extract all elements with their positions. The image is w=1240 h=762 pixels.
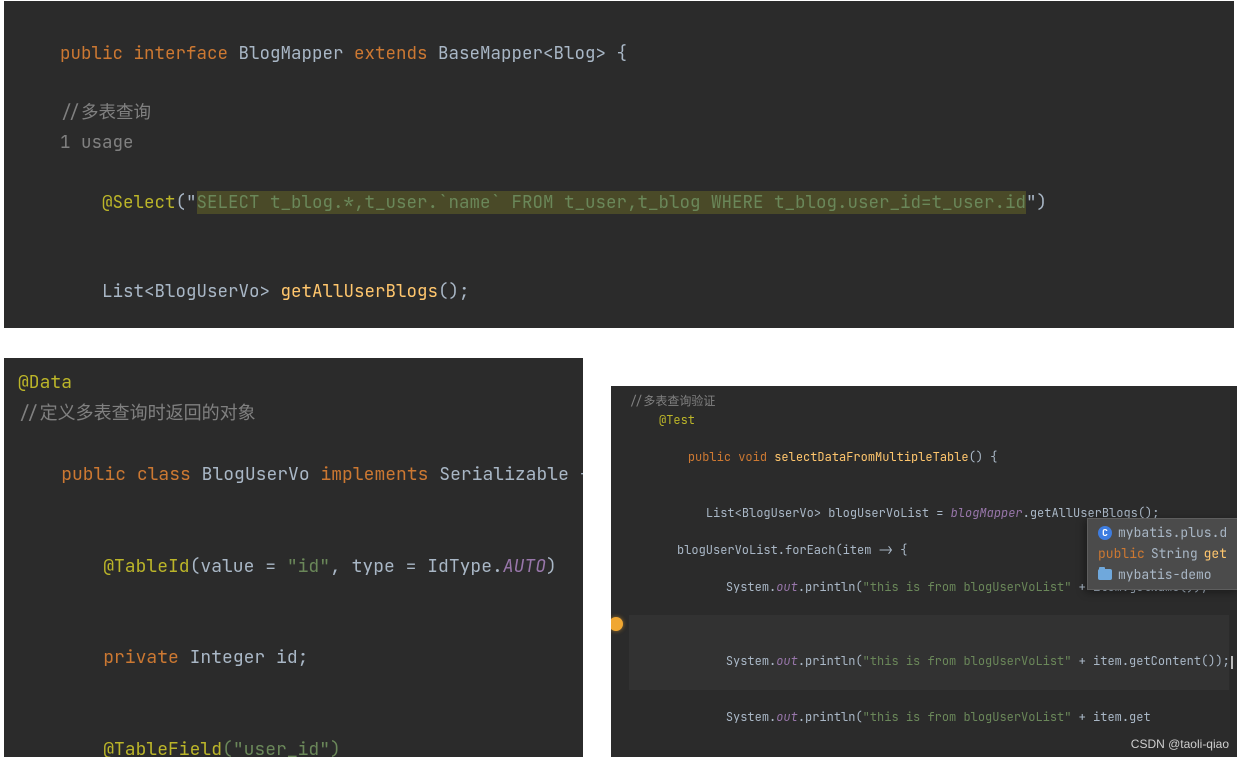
annotation-tablefield: @TableField bbox=[103, 738, 222, 757]
sql-keyword: WHERE bbox=[711, 191, 764, 214]
concat: + item.getContent()); bbox=[1071, 653, 1229, 669]
field-out: out bbox=[776, 709, 798, 725]
code-line: private Integer id; bbox=[18, 613, 573, 705]
brace-open: { bbox=[606, 42, 627, 65]
keyword-extends: extends bbox=[354, 42, 428, 65]
method-name: getAllUserBlogs bbox=[281, 280, 439, 303]
code-line: public void selectDataFromMultipleTable(… bbox=[629, 429, 1229, 485]
ann-mid: , type = IdType. bbox=[330, 555, 503, 578]
sysout: System. bbox=[726, 653, 776, 669]
paren-close: ") bbox=[1026, 191, 1047, 214]
ann-open: (value = bbox=[190, 555, 287, 578]
code-line: @Select("SELECT t_blog.*,t_user.`name` F… bbox=[18, 158, 1220, 247]
editor-panel-interface[interactable]: public interface BlogMapper extends Base… bbox=[4, 1, 1234, 328]
keyword-public: public bbox=[60, 42, 123, 65]
string-literal: "this is from blogUserVoList" bbox=[863, 653, 1072, 669]
code-line: public class BlogUserVo implements Seria… bbox=[18, 429, 573, 521]
string-literal: "id" bbox=[287, 555, 330, 578]
field-ref: blogMapper bbox=[951, 505, 1023, 521]
comment-line: //定义多表查询时返回的对象 bbox=[18, 399, 573, 430]
var-decl: List<BlogUserVo> blogUserVoList = bbox=[706, 505, 951, 521]
base-class: BaseMapper bbox=[438, 42, 543, 65]
folder-icon bbox=[1098, 569, 1112, 580]
tooltip-row-package[interactable]: C mybatis.plus.d bbox=[1098, 523, 1228, 544]
interface-name: Serializable bbox=[439, 463, 569, 486]
sql-fragment: t_blog.*,t_user.`name` bbox=[260, 191, 512, 214]
editor-panel-class[interactable]: @Data //定义多表查询时返回的对象 public class BlogUs… bbox=[4, 358, 583, 757]
code-line-caret[interactable]: System.out.println("this is from blogUse… bbox=[629, 615, 1229, 689]
code-line: public interface BlogMapper extends Base… bbox=[18, 9, 1220, 98]
code-line: @TableId(value = "id", type = IdType.AUT… bbox=[18, 521, 573, 613]
println-call: .println( bbox=[798, 709, 863, 725]
paren-open: (" bbox=[176, 191, 197, 214]
sysout: System. bbox=[726, 579, 776, 595]
println-call: .println( bbox=[798, 579, 863, 595]
quick-doc-popup[interactable]: C mybatis.plus.d public String get mybat… bbox=[1087, 518, 1237, 590]
sysout: System. bbox=[726, 709, 776, 725]
println-call: .println( bbox=[798, 653, 863, 669]
watermark-text: CSDN @taoli-qiao bbox=[1131, 737, 1229, 751]
field-out: out bbox=[776, 579, 798, 595]
tooltip-row-module[interactable]: mybatis-demo bbox=[1098, 565, 1228, 586]
method-name: selectDataFromMultipleTable bbox=[774, 449, 968, 465]
usage-hint[interactable]: 1 usage bbox=[18, 128, 1220, 158]
type: Integer bbox=[190, 646, 266, 669]
string-literal: "this is from blogUserVoList" bbox=[863, 579, 1072, 595]
return-type: String bbox=[1151, 544, 1198, 565]
class-icon: C bbox=[1098, 526, 1112, 540]
code-line: @TableField("user_id") bbox=[18, 705, 573, 757]
keyword-void: void bbox=[738, 449, 767, 465]
string-literal: ("user_id") bbox=[222, 738, 341, 757]
generic-param: <Blog> bbox=[543, 42, 606, 65]
method-tail: (); bbox=[438, 280, 470, 303]
enum-constant: AUTO bbox=[503, 555, 546, 578]
keyword-interface: interface bbox=[134, 42, 229, 65]
field-out: out bbox=[776, 653, 798, 669]
code-line: List<BlogUserVo> getAllUserBlogs(); bbox=[18, 247, 1220, 328]
tooltip-row-signature: public String get bbox=[1098, 544, 1228, 565]
annotation-test: @Test bbox=[629, 411, 1229, 430]
keyword-private: private bbox=[103, 646, 179, 669]
return-type: List<BlogUserVo> bbox=[102, 280, 270, 303]
tooltip-module-text: mybatis-demo bbox=[1118, 565, 1212, 586]
ann-close: ) bbox=[546, 555, 557, 578]
keyword-public: public bbox=[1098, 544, 1145, 565]
brace-open: { bbox=[569, 463, 583, 486]
method-name: get bbox=[1204, 544, 1227, 565]
sql-keyword: FROM bbox=[512, 191, 554, 214]
annotation-select: @Select bbox=[102, 191, 176, 214]
annotation-tableid: @TableId bbox=[103, 555, 189, 578]
class-name: BlogUserVo bbox=[202, 463, 310, 486]
sql-keyword: SELECT bbox=[197, 191, 260, 214]
keyword-public: public bbox=[61, 463, 126, 486]
intention-bulb-icon[interactable] bbox=[611, 617, 623, 631]
keyword-public: public bbox=[688, 449, 731, 465]
brace-open: () { bbox=[969, 449, 998, 465]
class-name: BlogMapper bbox=[239, 42, 344, 65]
keyword-implements: implements bbox=[320, 463, 428, 486]
string-literal: "this is from blogUserVoList" bbox=[863, 709, 1072, 725]
sql-fragment: t_blog.user_id=t_user.id bbox=[764, 191, 1027, 214]
annotation-data: @Data bbox=[18, 368, 573, 399]
comment-line: //多表查询 bbox=[18, 98, 1220, 128]
concat: + item.get bbox=[1071, 709, 1150, 725]
text-caret bbox=[1231, 656, 1233, 670]
comment-line: //多表查询验证 bbox=[629, 392, 1229, 411]
sql-fragment: t_user,t_blog bbox=[554, 191, 712, 214]
tooltip-package-text: mybatis.plus.d bbox=[1118, 523, 1227, 544]
field-name: id bbox=[276, 646, 298, 669]
keyword-class: class bbox=[137, 463, 191, 486]
editor-panel-test[interactable]: //多表查询验证 @Test public void selectDataFro… bbox=[611, 386, 1237, 757]
